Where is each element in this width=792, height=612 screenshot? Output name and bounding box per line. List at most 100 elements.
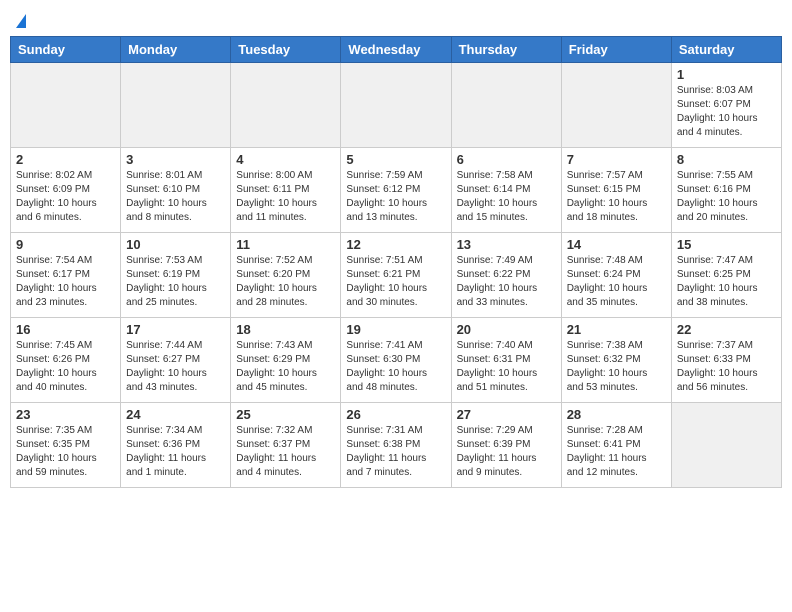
cell-details: Sunrise: 7:40 AM Sunset: 6:31 PM Dayligh…: [457, 339, 556, 395]
day-number: 15: [677, 237, 776, 252]
calendar-cell: [671, 403, 781, 488]
calendar-table: SundayMondayTuesdayWednesdayThursdayFrid…: [10, 36, 782, 488]
cell-details: Sunrise: 7:52 AM Sunset: 6:20 PM Dayligh…: [236, 254, 335, 310]
day-number: 7: [567, 152, 666, 167]
calendar-cell: [341, 63, 451, 148]
day-number: 11: [236, 237, 335, 252]
logo: [14, 10, 26, 28]
cell-details: Sunrise: 7:41 AM Sunset: 6:30 PM Dayligh…: [346, 339, 445, 395]
calendar-week-row: 9 Sunrise: 7:54 AM Sunset: 6:17 PM Daylig…: [11, 233, 782, 318]
calendar-cell: 7 Sunrise: 7:57 AM Sunset: 6:15 PM Daylig…: [561, 148, 671, 233]
day-number: 14: [567, 237, 666, 252]
cell-details: Sunrise: 7:37 AM Sunset: 6:33 PM Dayligh…: [677, 339, 776, 395]
cell-details: Sunrise: 7:51 AM Sunset: 6:21 PM Dayligh…: [346, 254, 445, 310]
day-number: 21: [567, 322, 666, 337]
cell-details: Sunrise: 7:59 AM Sunset: 6:12 PM Dayligh…: [346, 169, 445, 225]
cell-details: Sunrise: 7:45 AM Sunset: 6:26 PM Dayligh…: [16, 339, 115, 395]
calendar-cell: [451, 63, 561, 148]
calendar-week-row: 1 Sunrise: 8:03 AM Sunset: 6:07 PM Daylig…: [11, 63, 782, 148]
cell-details: Sunrise: 8:00 AM Sunset: 6:11 PM Dayligh…: [236, 169, 335, 225]
cell-details: Sunrise: 7:54 AM Sunset: 6:17 PM Dayligh…: [16, 254, 115, 310]
weekday-header-wednesday: Wednesday: [341, 37, 451, 63]
weekday-header-sunday: Sunday: [11, 37, 121, 63]
logo-triangle-icon: [16, 14, 26, 28]
weekday-header-saturday: Saturday: [671, 37, 781, 63]
cell-details: Sunrise: 7:53 AM Sunset: 6:19 PM Dayligh…: [126, 254, 225, 310]
calendar-cell: 22 Sunrise: 7:37 AM Sunset: 6:33 PM Dayli…: [671, 318, 781, 403]
cell-details: Sunrise: 7:44 AM Sunset: 6:27 PM Dayligh…: [126, 339, 225, 395]
calendar-week-row: 16 Sunrise: 7:45 AM Sunset: 6:26 PM Dayli…: [11, 318, 782, 403]
day-number: 5: [346, 152, 445, 167]
cell-details: Sunrise: 8:01 AM Sunset: 6:10 PM Dayligh…: [126, 169, 225, 225]
page-header: [10, 10, 782, 28]
day-number: 19: [346, 322, 445, 337]
day-number: 9: [16, 237, 115, 252]
day-number: 23: [16, 407, 115, 422]
weekday-header-friday: Friday: [561, 37, 671, 63]
cell-details: Sunrise: 7:58 AM Sunset: 6:14 PM Dayligh…: [457, 169, 556, 225]
cell-details: Sunrise: 7:31 AM Sunset: 6:38 PM Dayligh…: [346, 424, 445, 480]
calendar-cell: 24 Sunrise: 7:34 AM Sunset: 6:36 PM Dayli…: [121, 403, 231, 488]
calendar-week-row: 2 Sunrise: 8:02 AM Sunset: 6:09 PM Daylig…: [11, 148, 782, 233]
day-number: 6: [457, 152, 556, 167]
weekday-header-thursday: Thursday: [451, 37, 561, 63]
calendar-cell: 13 Sunrise: 7:49 AM Sunset: 6:22 PM Dayli…: [451, 233, 561, 318]
calendar-cell: [231, 63, 341, 148]
calendar-week-row: 23 Sunrise: 7:35 AM Sunset: 6:35 PM Dayli…: [11, 403, 782, 488]
calendar-cell: 19 Sunrise: 7:41 AM Sunset: 6:30 PM Dayli…: [341, 318, 451, 403]
cell-details: Sunrise: 7:32 AM Sunset: 6:37 PM Dayligh…: [236, 424, 335, 480]
day-number: 24: [126, 407, 225, 422]
day-number: 27: [457, 407, 556, 422]
day-number: 1: [677, 67, 776, 82]
calendar-cell: 25 Sunrise: 7:32 AM Sunset: 6:37 PM Dayli…: [231, 403, 341, 488]
cell-details: Sunrise: 7:28 AM Sunset: 6:41 PM Dayligh…: [567, 424, 666, 480]
calendar-cell: [561, 63, 671, 148]
day-number: 12: [346, 237, 445, 252]
cell-details: Sunrise: 7:47 AM Sunset: 6:25 PM Dayligh…: [677, 254, 776, 310]
calendar-cell: 21 Sunrise: 7:38 AM Sunset: 6:32 PM Dayli…: [561, 318, 671, 403]
day-number: 18: [236, 322, 335, 337]
calendar-cell: 23 Sunrise: 7:35 AM Sunset: 6:35 PM Dayli…: [11, 403, 121, 488]
calendar-cell: [121, 63, 231, 148]
calendar-cell: 10 Sunrise: 7:53 AM Sunset: 6:19 PM Dayli…: [121, 233, 231, 318]
day-number: 25: [236, 407, 335, 422]
calendar-cell: 27 Sunrise: 7:29 AM Sunset: 6:39 PM Dayli…: [451, 403, 561, 488]
calendar-cell: 16 Sunrise: 7:45 AM Sunset: 6:26 PM Dayli…: [11, 318, 121, 403]
calendar-cell: 4 Sunrise: 8:00 AM Sunset: 6:11 PM Daylig…: [231, 148, 341, 233]
calendar-cell: 1 Sunrise: 8:03 AM Sunset: 6:07 PM Daylig…: [671, 63, 781, 148]
day-number: 8: [677, 152, 776, 167]
calendar-cell: 17Sunrise: 7:44 AM Sunset: 6:27 PM Dayli…: [121, 318, 231, 403]
cell-details: Sunrise: 7:29 AM Sunset: 6:39 PM Dayligh…: [457, 424, 556, 480]
day-number: 22: [677, 322, 776, 337]
day-number: 10: [126, 237, 225, 252]
calendar-cell: 26 Sunrise: 7:31 AM Sunset: 6:38 PM Dayli…: [341, 403, 451, 488]
calendar-cell: 11 Sunrise: 7:52 AM Sunset: 6:20 PM Dayli…: [231, 233, 341, 318]
cell-details: Sunrise: 8:02 AM Sunset: 6:09 PM Dayligh…: [16, 169, 115, 225]
day-number: 26: [346, 407, 445, 422]
cell-details: Sunrise: 7:43 AM Sunset: 6:29 PM Dayligh…: [236, 339, 335, 395]
calendar-cell: 2 Sunrise: 8:02 AM Sunset: 6:09 PM Daylig…: [11, 148, 121, 233]
calendar-header-row: SundayMondayTuesdayWednesdayThursdayFrid…: [11, 37, 782, 63]
calendar-cell: 20Sunrise: 7:40 AM Sunset: 6:31 PM Dayli…: [451, 318, 561, 403]
day-number: 2: [16, 152, 115, 167]
day-number: 28: [567, 407, 666, 422]
cell-details: Sunrise: 7:38 AM Sunset: 6:32 PM Dayligh…: [567, 339, 666, 395]
weekday-header-monday: Monday: [121, 37, 231, 63]
day-number: 4: [236, 152, 335, 167]
cell-details: Sunrise: 8:03 AM Sunset: 6:07 PM Dayligh…: [677, 84, 776, 140]
cell-details: Sunrise: 7:48 AM Sunset: 6:24 PM Dayligh…: [567, 254, 666, 310]
calendar-cell: 6 Sunrise: 7:58 AM Sunset: 6:14 PM Daylig…: [451, 148, 561, 233]
cell-details: Sunrise: 7:57 AM Sunset: 6:15 PM Dayligh…: [567, 169, 666, 225]
calendar-cell: 15 Sunrise: 7:47 AM Sunset: 6:25 PM Dayli…: [671, 233, 781, 318]
cell-details: Sunrise: 7:35 AM Sunset: 6:35 PM Dayligh…: [16, 424, 115, 480]
day-number: 16: [16, 322, 115, 337]
cell-details: Sunrise: 7:34 AM Sunset: 6:36 PM Dayligh…: [126, 424, 225, 480]
cell-details: Sunrise: 7:49 AM Sunset: 6:22 PM Dayligh…: [457, 254, 556, 310]
day-number: 13: [457, 237, 556, 252]
calendar-cell: 14 Sunrise: 7:48 AM Sunset: 6:24 PM Dayli…: [561, 233, 671, 318]
calendar-cell: 5 Sunrise: 7:59 AM Sunset: 6:12 PM Daylig…: [341, 148, 451, 233]
calendar-cell: 28 Sunrise: 7:28 AM Sunset: 6:41 PM Dayli…: [561, 403, 671, 488]
weekday-header-tuesday: Tuesday: [231, 37, 341, 63]
calendar-cell: 12 Sunrise: 7:51 AM Sunset: 6:21 PM Dayli…: [341, 233, 451, 318]
calendar-cell: 9 Sunrise: 7:54 AM Sunset: 6:17 PM Daylig…: [11, 233, 121, 318]
